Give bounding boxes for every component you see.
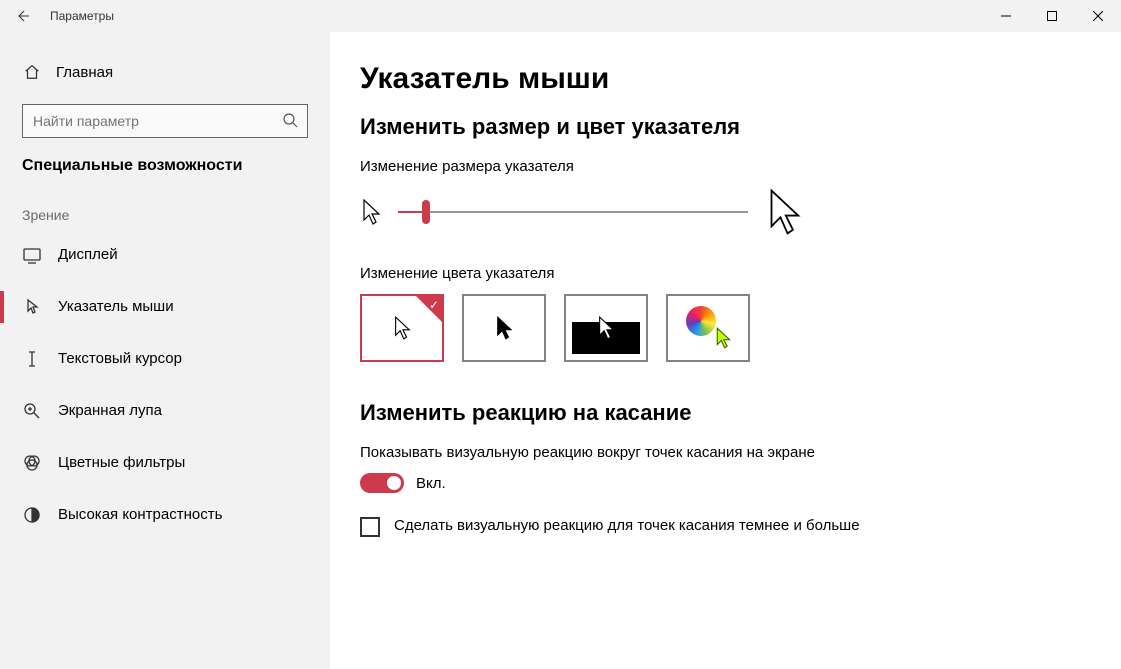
checkbox-row: Сделать визуальную реакцию для точек кас…: [360, 515, 880, 537]
page-title: Указатель мыши: [360, 62, 1091, 96]
search-icon: [282, 112, 298, 131]
sidebar-item-label: Указатель мыши: [58, 298, 174, 315]
section-label-vision: Зрение: [0, 207, 330, 223]
minimize-button[interactable]: [983, 0, 1029, 32]
minimize-icon: [1001, 11, 1011, 21]
check-icon: ✓: [429, 298, 439, 312]
pointer-size-row: [360, 187, 1091, 237]
sidebar-item-label: Высокая контрастность: [58, 506, 222, 523]
sidebar-item-text-cursor[interactable]: Текстовый курсор: [0, 337, 330, 381]
sidebar-home-label: Главная: [56, 64, 113, 81]
color-option-custom[interactable]: [666, 294, 750, 362]
pointer-color-label: Изменение цвета указателя: [360, 265, 1091, 282]
toggle-state-text: Вкл.: [416, 475, 446, 492]
section-size-color-title: Изменить размер и цвет указателя: [360, 114, 1091, 140]
sidebar-item-display[interactable]: Дисплей: [0, 233, 330, 277]
color-option-white[interactable]: ✓: [360, 294, 444, 362]
titlebar: Параметры: [0, 0, 1121, 32]
touch-toggle-row: Вкл.: [360, 473, 1091, 493]
slider-thumb[interactable]: [422, 200, 430, 224]
sidebar-item-label: Экранная лупа: [58, 402, 162, 419]
home-icon: [22, 62, 42, 82]
touch-feedback-label: Показывать визуальную реакцию вокруг точ…: [360, 444, 1091, 461]
search-box: [22, 104, 308, 138]
darker-larger-checkbox[interactable]: [360, 517, 380, 537]
section-touch-title: Изменить реакцию на касание: [360, 400, 1091, 426]
color-filters-icon: [22, 453, 42, 473]
sidebar-item-label: Цветные фильтры: [58, 454, 185, 471]
maximize-button[interactable]: [1029, 0, 1075, 32]
sidebar: Главная Специальные возможности Зрение Д…: [0, 32, 330, 669]
sidebar-item-label: Текстовый курсор: [58, 350, 182, 367]
search-input[interactable]: [22, 104, 308, 138]
main-content: Указатель мыши Изменить размер и цвет ук…: [330, 32, 1121, 669]
pointer-size-label: Изменение размера указателя: [360, 158, 1091, 175]
back-button[interactable]: [0, 0, 44, 32]
sidebar-item-magnifier[interactable]: Экранная лупа: [0, 389, 330, 433]
rainbow-icon: [686, 306, 716, 336]
sidebar-home[interactable]: Главная: [0, 50, 330, 94]
touch-feedback-toggle[interactable]: [360, 473, 404, 493]
checkbox-label: Сделать визуальную реакцию для точек кас…: [394, 515, 860, 536]
sidebar-item-mouse-pointer[interactable]: Указатель мыши: [0, 285, 330, 329]
color-option-row: ✓: [360, 294, 1091, 362]
color-option-black[interactable]: [462, 294, 546, 362]
sidebar-item-color-filters[interactable]: Цветные фильтры: [0, 441, 330, 485]
text-cursor-icon: [22, 349, 42, 369]
sidebar-item-high-contrast[interactable]: Высокая контрастность: [0, 493, 330, 537]
sidebar-item-label: Дисплей: [58, 246, 118, 263]
display-icon: [22, 245, 42, 265]
cursor-small-icon: [360, 198, 382, 226]
contrast-icon: [22, 505, 42, 525]
magnifier-icon: [22, 401, 42, 421]
color-option-inverted[interactable]: [564, 294, 648, 362]
arrow-left-icon: [14, 8, 30, 24]
cursor-large-icon: [764, 187, 804, 237]
pointer-size-slider[interactable]: [398, 211, 748, 213]
pointer-icon: [22, 297, 42, 317]
maximize-icon: [1047, 11, 1057, 21]
category-header: Специальные возможности: [0, 156, 330, 177]
close-icon: [1093, 11, 1103, 21]
close-button[interactable]: [1075, 0, 1121, 32]
app-title: Параметры: [44, 9, 114, 23]
